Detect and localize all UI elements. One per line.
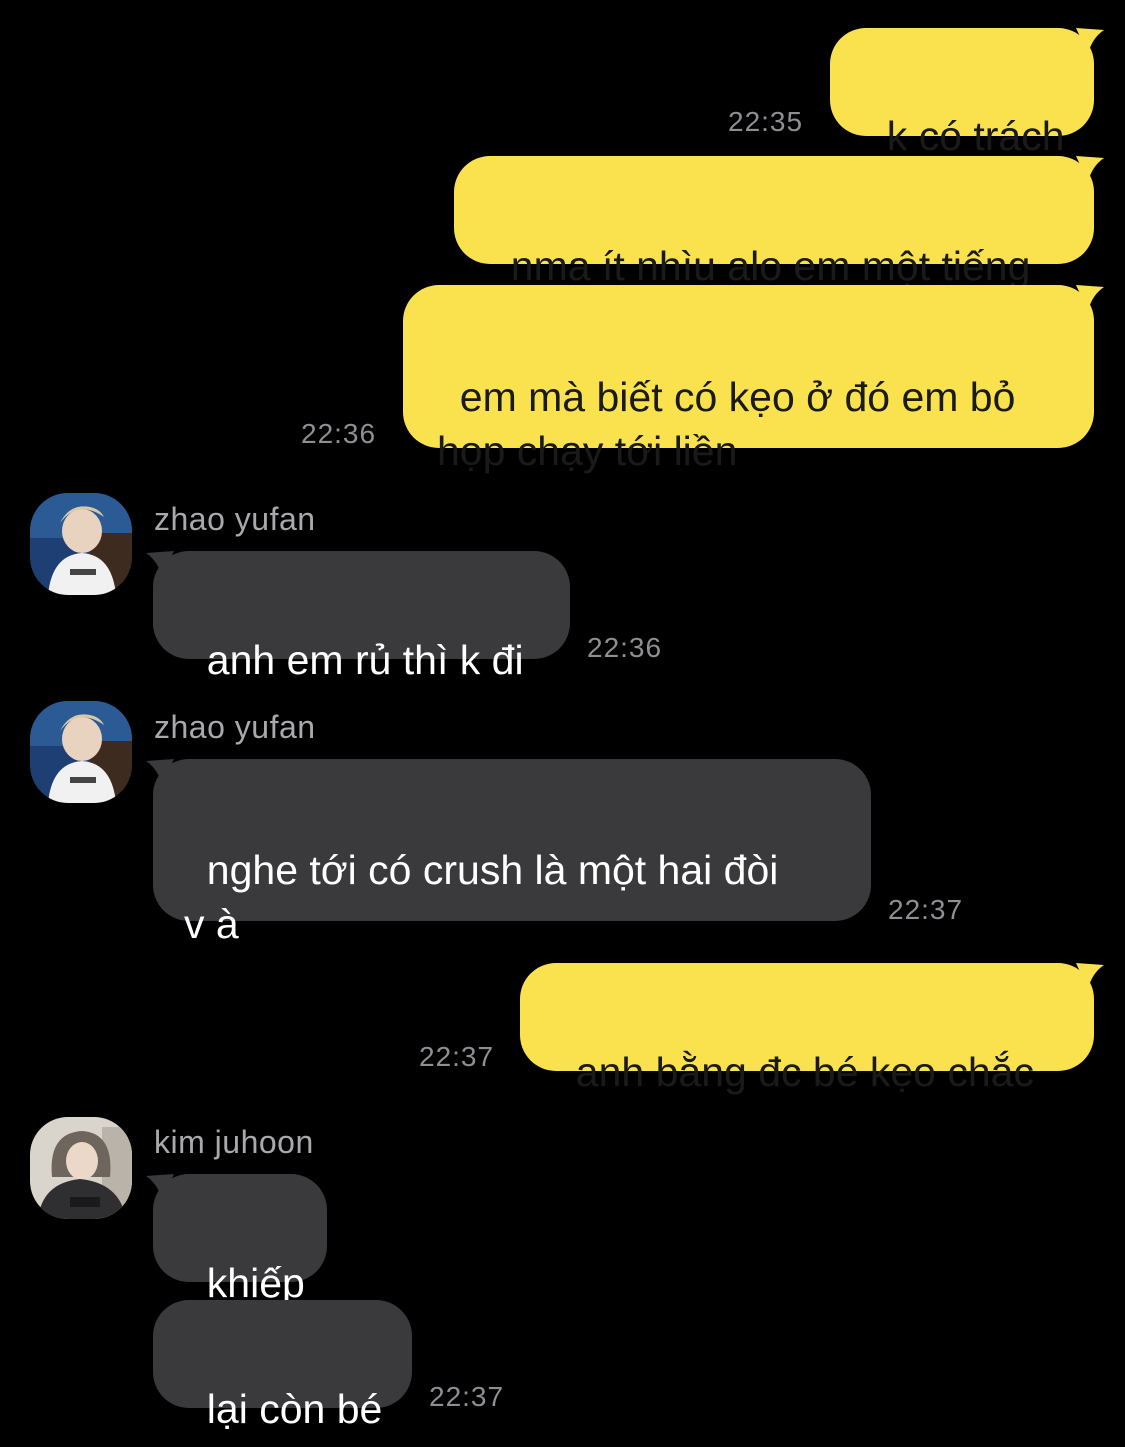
bubble-tail bbox=[146, 551, 174, 577]
outgoing-message-bubble[interactable]: nma ít nhìu alo em một tiếng bbox=[454, 156, 1094, 289]
user-photo-icon bbox=[30, 1117, 132, 1219]
message-text: anh em rủ thì k đi bbox=[206, 637, 524, 683]
message-text: lại còn bé bbox=[206, 1386, 383, 1432]
message-text: anh bằng đc bé kẹo chắc bbox=[575, 1049, 1034, 1095]
message-text: nghe tới có crush là một hai đòi v à bbox=[184, 847, 779, 947]
outgoing-message-bubble[interactable]: em mà biết có kẹo ở đó em bỏ họp chạy tớ… bbox=[403, 285, 1094, 474]
avatar-zhao-yufan[interactable] bbox=[30, 701, 132, 803]
user-photo-icon bbox=[30, 701, 132, 803]
avatar-kim-juhoon[interactable] bbox=[30, 1117, 132, 1219]
bubble-tail bbox=[1076, 963, 1104, 989]
message-timestamp: 22:37 bbox=[429, 1381, 505, 1412]
message-timestamp: 22:36 bbox=[587, 632, 663, 663]
bubble-tail bbox=[1076, 28, 1104, 54]
sender-name: kim juhoon bbox=[154, 1124, 314, 1160]
message-timestamp: 22:37 bbox=[419, 1041, 495, 1072]
incoming-message-bubble[interactable]: lại còn bé bbox=[153, 1300, 412, 1432]
outgoing-message-bubble[interactable]: k có trách bbox=[830, 28, 1094, 159]
sender-name: zhao yufan bbox=[154, 709, 316, 745]
message-text: em mà biết có kẹo ở đó em bỏ họp chạy tớ… bbox=[437, 374, 1016, 474]
sender-name: zhao yufan bbox=[154, 501, 316, 537]
outgoing-message-bubble[interactable]: anh bằng đc bé kẹo chắc bbox=[520, 963, 1094, 1095]
bubble-tail bbox=[146, 1174, 174, 1200]
bubble-tail bbox=[1076, 285, 1104, 311]
message-timestamp: 22:37 bbox=[888, 894, 964, 925]
bubble-tail bbox=[146, 759, 174, 785]
incoming-message-bubble[interactable]: anh em rủ thì k đi bbox=[153, 551, 570, 683]
user-photo-icon bbox=[30, 493, 132, 595]
incoming-message-bubble[interactable]: nghe tới có crush là một hai đòi v à bbox=[153, 759, 871, 947]
message-text: k có trách bbox=[886, 113, 1065, 159]
message-text: nma ít nhìu alo em một tiếng bbox=[510, 243, 1031, 289]
incoming-message-bubble[interactable]: khiếp bbox=[153, 1174, 327, 1306]
avatar-zhao-yufan[interactable] bbox=[30, 493, 132, 595]
message-timestamp: 22:35 bbox=[728, 106, 804, 137]
message-timestamp: 22:36 bbox=[301, 418, 377, 449]
bubble-tail bbox=[1076, 156, 1104, 182]
